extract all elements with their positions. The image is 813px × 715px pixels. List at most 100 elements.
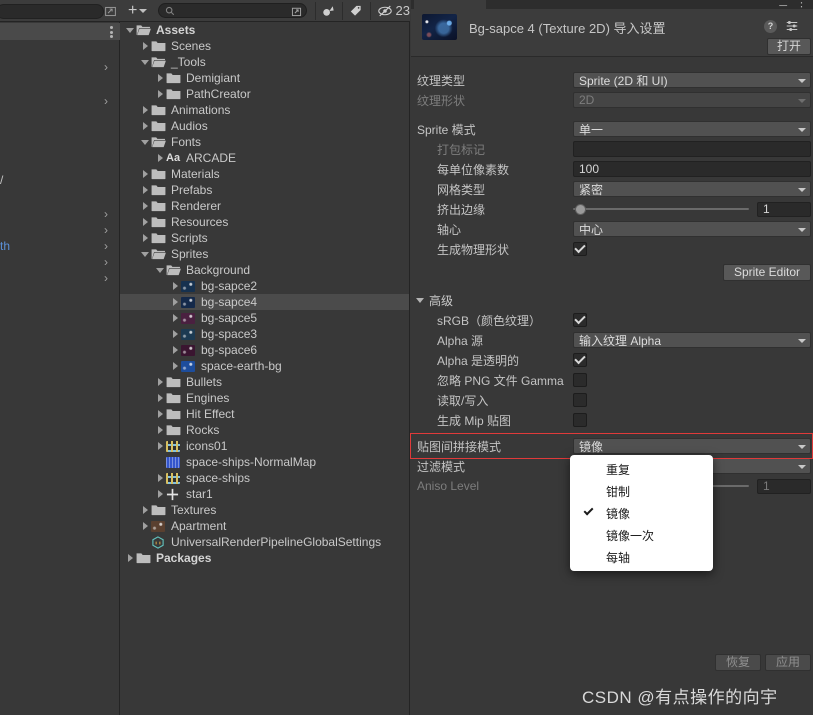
chevron-right-icon[interactable]: › — [104, 240, 114, 252]
left-panel-search-input[interactable] — [0, 4, 104, 19]
project-asset-tree[interactable]: Assets Scenes _Tools Demigiant PathCreator An… — [120, 22, 409, 715]
popup-item-4[interactable]: 每轴 — [570, 546, 713, 568]
tree-item-arcade[interactable]: Aa ARCADE — [120, 150, 409, 166]
expand-arrow[interactable] — [154, 70, 166, 86]
hidden-objects-button[interactable]: 23 — [371, 3, 410, 18]
popup-item-0[interactable]: 重复 — [570, 458, 713, 480]
ignore-png-gamma-checkbox[interactable] — [573, 373, 587, 387]
expand-arrow[interactable] — [139, 166, 151, 182]
expand-arrow[interactable] — [154, 374, 166, 390]
expand-arrow[interactable] — [139, 214, 151, 230]
expand-arrow[interactable] — [139, 198, 151, 214]
project-search-field[interactable] — [158, 3, 307, 18]
chevron-right-icon[interactable]: › — [104, 208, 114, 220]
tree-item-fonts[interactable]: Fonts — [120, 134, 409, 150]
advanced-foldout[interactable]: 高级 — [411, 290, 813, 310]
tree-item-bg-space6[interactable]: bg-space6 — [120, 342, 409, 358]
slider-knob[interactable] — [575, 203, 586, 215]
collapse-arrow[interactable] — [124, 22, 136, 38]
expand-arrow[interactable] — [169, 342, 181, 358]
tree-item-assets[interactable]: Assets — [120, 22, 409, 38]
tree-item-textures[interactable]: Textures — [120, 502, 409, 518]
tree-item-bg-sapce2[interactable]: bg-sapce2 — [120, 278, 409, 294]
tree-item-audios[interactable]: Audios — [120, 118, 409, 134]
saved-search-icon[interactable] — [290, 5, 303, 18]
popup-item-1[interactable]: 钳制 — [570, 480, 713, 502]
expand-arrow[interactable] — [124, 550, 136, 566]
alpha-source-dropdown[interactable]: 输入纹理 Alpha — [573, 332, 811, 348]
wrap-mode-dropdown[interactable]: 镜像 — [573, 438, 811, 454]
expand-window-icon[interactable] — [104, 5, 117, 18]
tree-item-bg-sapce4[interactable]: bg-sapce4 — [120, 294, 409, 310]
sprite-mode-dropdown[interactable]: 单一 — [573, 121, 811, 137]
expand-arrow[interactable] — [154, 486, 166, 502]
tree-item-resources[interactable]: Resources — [120, 214, 409, 230]
expand-arrow[interactable] — [139, 102, 151, 118]
revert-button[interactable]: 恢复 — [714, 654, 761, 671]
chevron-right-icon[interactable]: › — [104, 256, 114, 268]
tree-item-star1[interactable]: star1 — [120, 486, 409, 502]
tree-item-space-ships-normalmap[interactable]: space-ships-NormalMap — [120, 454, 409, 470]
packing-tag-input[interactable] — [573, 141, 811, 157]
tree-item-bullets[interactable]: Bullets — [120, 374, 409, 390]
srgb-checkbox[interactable] — [573, 313, 587, 327]
extrude-edges-slider[interactable] — [573, 202, 749, 216]
tree-item-bg-sapce5[interactable]: bg-sapce5 — [120, 310, 409, 326]
extrude-edges-value[interactable]: 1 — [757, 201, 811, 217]
expand-arrow[interactable] — [139, 118, 151, 134]
wrap-mode-popup-menu[interactable]: 重复 钳制 镜像 镜像一次 每轴 — [570, 455, 713, 571]
popup-item-3[interactable]: 镜像一次 — [570, 524, 713, 546]
chevron-right-icon[interactable]: › — [104, 224, 114, 236]
expand-arrow[interactable] — [154, 422, 166, 438]
expand-arrow[interactable] — [154, 150, 166, 166]
expand-arrow[interactable] — [169, 294, 181, 310]
tree-item-apartment[interactable]: Apartment — [120, 518, 409, 534]
tree-item--tools[interactable]: _Tools — [120, 54, 409, 70]
create-asset-button[interactable]: + — [126, 2, 149, 19]
expand-arrow[interactable] — [169, 310, 181, 326]
generate-mip-maps-checkbox[interactable] — [573, 413, 587, 427]
open-button[interactable]: 打开 — [766, 38, 811, 55]
help-icon[interactable]: ? — [764, 20, 777, 33]
collapse-arrow[interactable] — [139, 54, 151, 70]
collapse-arrow[interactable] — [154, 262, 166, 278]
kebab-menu-icon[interactable] — [110, 26, 113, 38]
tree-item-space-earth-bg[interactable]: space-earth-bg — [120, 358, 409, 374]
expand-arrow[interactable] — [154, 390, 166, 406]
tree-item-universalrenderpipelineglobalsettings[interactable]: UniversalRenderPipelineGlobalSettings — [120, 534, 409, 550]
tree-item-renderer[interactable]: Renderer — [120, 198, 409, 214]
chevron-right-icon[interactable]: › — [104, 272, 114, 284]
expand-arrow[interactable] — [139, 518, 151, 534]
tree-item-hit-effect[interactable]: Hit Effect — [120, 406, 409, 422]
tree-item-rocks[interactable]: Rocks — [120, 422, 409, 438]
apply-button[interactable]: 应用 — [764, 654, 811, 671]
tree-item-packages[interactable]: Packages — [120, 550, 409, 566]
tree-item-pathcreator[interactable]: PathCreator — [120, 86, 409, 102]
expand-arrow[interactable] — [154, 438, 166, 454]
tree-item-engines[interactable]: Engines — [120, 390, 409, 406]
expand-arrow[interactable] — [139, 38, 151, 54]
expand-arrow[interactable] — [154, 86, 166, 102]
pixels-per-unit-input[interactable]: 100 — [573, 161, 811, 177]
tree-item-icons01[interactable]: icons01 — [120, 438, 409, 454]
mesh-type-dropdown[interactable]: 紧密 — [573, 181, 811, 197]
expand-arrow[interactable] — [154, 470, 166, 486]
left-panel-selected-row[interactable] — [0, 23, 120, 40]
tree-item-sprites[interactable]: Sprites — [120, 246, 409, 262]
pivot-dropdown[interactable]: 中心 — [573, 221, 811, 237]
expand-arrow[interactable] — [169, 278, 181, 294]
expand-arrow[interactable] — [169, 326, 181, 342]
generate-physics-shape-checkbox[interactable] — [573, 242, 587, 256]
expand-arrow[interactable] — [139, 182, 151, 198]
tree-item-animations[interactable]: Animations — [120, 102, 409, 118]
tree-item-materials[interactable]: Materials — [120, 166, 409, 182]
alpha-is-transparency-checkbox[interactable] — [573, 353, 587, 367]
collapse-arrow[interactable] — [139, 246, 151, 262]
popup-item-2[interactable]: 镜像 — [570, 502, 713, 524]
expand-arrow[interactable] — [139, 230, 151, 246]
tree-item-scenes[interactable]: Scenes — [120, 38, 409, 54]
favorites-filter-button[interactable] — [316, 1, 340, 21]
tree-item-space-ships[interactable]: space-ships — [120, 470, 409, 486]
preset-settings-icon[interactable] — [785, 19, 799, 33]
tree-item-bg-space3[interactable]: bg-space3 — [120, 326, 409, 342]
